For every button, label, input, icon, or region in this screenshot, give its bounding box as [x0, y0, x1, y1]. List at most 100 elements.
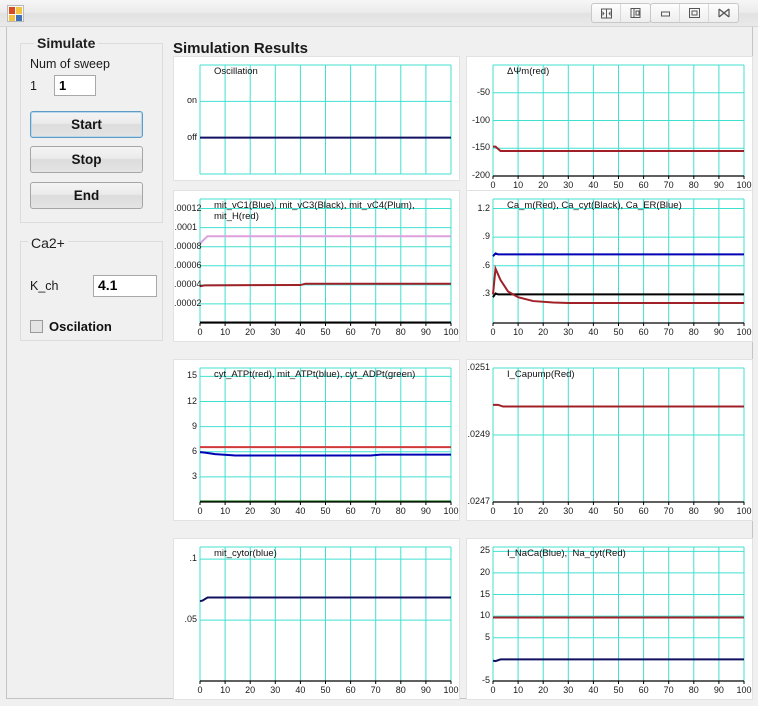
simulate-groupbox-title: Simulate — [34, 35, 99, 51]
y-tick-label: .00004 — [174, 278, 202, 289]
chart-legend-label-mit-vc: mit_vC1(Blue), mit_vC3(Black), mit_vC4(P… — [214, 200, 415, 222]
x-tick-label: 70 — [370, 506, 381, 516]
x-tick-label: 70 — [663, 327, 674, 337]
window-controls-left-group — [591, 3, 651, 23]
chart-legend-label-mit-cytor: mit_cytor(blue) — [214, 548, 277, 559]
y-tick-label: 15 — [479, 588, 490, 599]
oscilation-checkbox-label: Oscilation — [49, 319, 112, 334]
x-tick-label: 70 — [663, 685, 674, 695]
minimize-icon[interactable] — [651, 4, 680, 22]
x-tick-label: 80 — [395, 506, 406, 516]
ca-groupbox-title: Ca2+ — [28, 235, 68, 251]
y-tick-label: .00008 — [174, 240, 202, 251]
y-tick-label: -150 — [471, 142, 490, 153]
y-tick-label: -5 — [481, 675, 490, 685]
k-ch-label: K_ch — [30, 279, 59, 293]
chart-legend-label-i-capump: I_Capump(Red) — [507, 369, 575, 380]
x-tick-label: 10 — [513, 180, 524, 190]
x-tick-label: 30 — [563, 180, 574, 190]
x-tick-label: 0 — [197, 327, 203, 337]
close-icon[interactable] — [709, 4, 738, 22]
x-tick-label: 20 — [538, 327, 549, 337]
x-tick-label: 0 — [490, 327, 496, 337]
stop-button[interactable]: Stop — [30, 146, 143, 173]
num-of-sweep-label: Num of sweep — [30, 57, 110, 71]
restore-doc-icon[interactable] — [621, 4, 650, 22]
x-tick-label: 100 — [443, 506, 459, 516]
plot-mit-cytor — [199, 546, 452, 684]
x-tick-label: 30 — [563, 506, 574, 516]
x-tick-label: 60 — [345, 506, 356, 516]
x-tick-label: 100 — [443, 685, 459, 695]
x-tick-label: 20 — [538, 685, 549, 695]
x-tick-label: 60 — [345, 327, 356, 337]
y-tick-label: .00002 — [174, 297, 202, 308]
oscilation-checkbox[interactable] — [30, 320, 43, 333]
x-tick-label: 80 — [688, 685, 699, 695]
y-tick-label: .9 — [482, 231, 490, 242]
chart-legend-label-oscillation: Oscillation — [214, 66, 258, 77]
x-tick-label: 90 — [713, 327, 724, 337]
x-tick-label: 20 — [245, 506, 256, 516]
x-tick-label: 50 — [613, 327, 624, 337]
x-tick-label: 50 — [613, 506, 624, 516]
y-tick-label: .0247 — [467, 496, 490, 506]
x-tick-label: 80 — [395, 685, 406, 695]
split-icon[interactable] — [592, 4, 621, 22]
y-tick-label: 25 — [479, 545, 490, 556]
y-tick-label: .0251 — [467, 362, 490, 372]
y-tick-label: 12 — [186, 395, 197, 406]
num-of-sweep-input[interactable]: 1 — [54, 75, 96, 96]
maximize-icon[interactable] — [680, 4, 709, 22]
x-tick-label: 0 — [490, 506, 496, 516]
chart-card-calcium: .3 .6 .9 1.2 0 10 20 30 40 50 60 70 80 90 100 Ca_m(Red)… — [466, 190, 753, 342]
x-tick-label: 20 — [245, 685, 256, 695]
x-tick-label: 50 — [320, 327, 331, 337]
x-tick-label: 40 — [588, 180, 599, 190]
x-tick-label: 60 — [638, 327, 649, 337]
chart-card-i-capump: .0247 .0249 .0251 0 10 20 30 40 50 60 70 80 90 100 I_C… — [466, 359, 753, 521]
k-ch-input[interactable]: 4.1 — [93, 275, 157, 297]
x-tick-label: 30 — [270, 327, 281, 337]
chart-card-atp-adp: 3 6 9 12 15 0 10 20 30 40 50 60 70 80 90 100 cyt_ATPt(re… — [173, 359, 460, 521]
x-tick-label: 40 — [588, 685, 599, 695]
x-tick-label: 10 — [220, 506, 231, 516]
y-tick-label: .0001 — [174, 221, 197, 232]
x-tick-label: 40 — [295, 685, 306, 695]
x-tick-label: 30 — [270, 506, 281, 516]
left-control-panel: Simulate Num of sweep 1 1 Start Stop End… — [20, 31, 163, 341]
y-tick-label: 20 — [479, 566, 490, 577]
form-body: Simulate Num of sweep 1 1 Start Stop End… — [6, 27, 753, 700]
sweep-index-label: 1 — [30, 79, 37, 93]
x-tick-label: 0 — [197, 685, 203, 695]
y-tick-label: .05 — [184, 614, 197, 625]
x-tick-label: 100 — [736, 180, 752, 190]
x-tick-label: 50 — [613, 685, 624, 695]
x-tick-label: 60 — [638, 180, 649, 190]
y-tick-label: 9 — [191, 420, 197, 431]
x-tick-label: 100 — [443, 327, 459, 337]
plot-i-capump — [492, 367, 745, 505]
x-tick-label: 0 — [197, 506, 203, 516]
y-tick-label: 3 — [191, 470, 197, 481]
x-tick-label: 40 — [295, 327, 306, 337]
chart-card-mit-vc: .00002 .00004 .00006 .00008 .0001 .00012 0 10 20… — [173, 190, 460, 342]
x-tick-label: 10 — [220, 685, 231, 695]
vb-app-icon — [7, 5, 24, 22]
x-tick-label: 10 — [513, 506, 524, 516]
chart-legend-label-calcium: Ca_m(Red), Ca_cyt(Black), Ca_ER(Blue) — [507, 200, 682, 211]
y-tick-label: 5 — [484, 631, 490, 642]
y-tick-label: .00012 — [174, 202, 202, 213]
x-tick-label: 30 — [270, 685, 281, 695]
oscilation-checkbox-row[interactable]: Oscilation — [30, 319, 112, 334]
x-tick-label: 90 — [420, 327, 431, 337]
start-button[interactable]: Start — [30, 111, 143, 138]
x-tick-label: 30 — [563, 685, 574, 695]
y-tick-label: 1.2 — [477, 202, 490, 213]
chart-legend-label-i-naca: I_NaCa(Blue), Na_cyt(Red) — [507, 548, 626, 559]
end-button[interactable]: End — [30, 182, 143, 209]
x-tick-label: 100 — [736, 506, 752, 516]
x-tick-label: 30 — [563, 327, 574, 337]
y-tick-label: .0249 — [467, 429, 490, 439]
y-tick-label: 10 — [479, 610, 490, 621]
